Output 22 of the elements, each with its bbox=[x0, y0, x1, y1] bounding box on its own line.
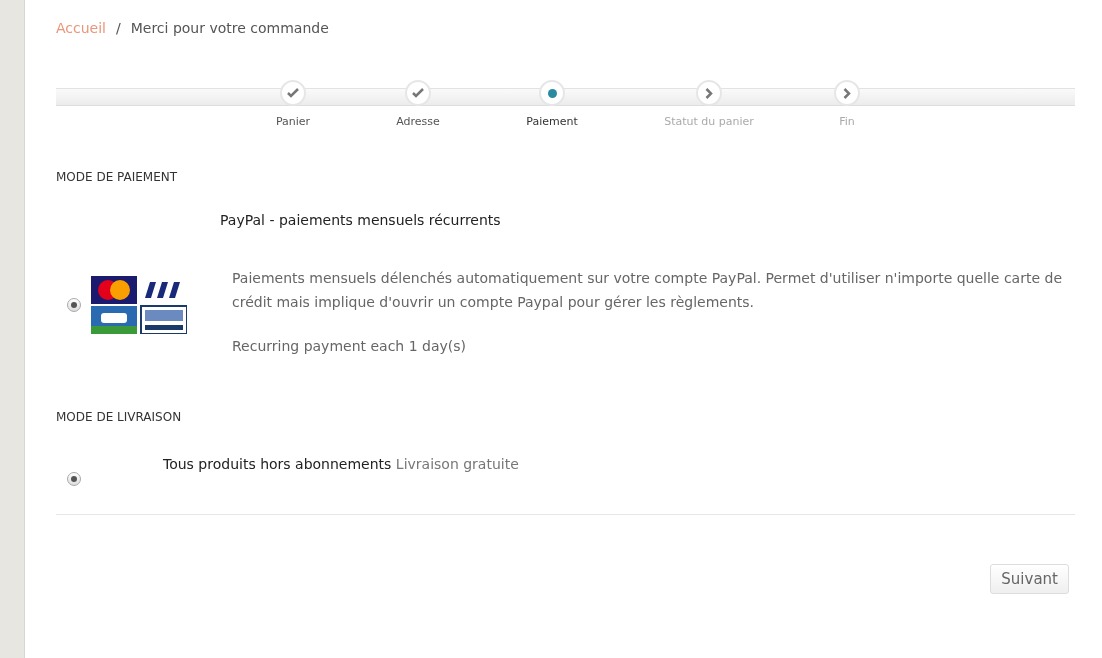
current-step-dot bbox=[547, 88, 557, 98]
breadcrumb-current: Merci pour votre commande bbox=[130, 20, 329, 36]
delivery-method-name: Tous produits hors abonnements bbox=[163, 456, 392, 472]
section-heading: MODE DE PAIEMENT bbox=[56, 170, 179, 184]
payment-method-title: PayPal - paiements mensuels récurrents bbox=[220, 212, 502, 228]
chevron-right-icon bbox=[705, 87, 713, 99]
step-label: Statut du panier bbox=[664, 115, 754, 128]
step-label: Adresse bbox=[396, 115, 440, 128]
next-button[interactable]: Suivant bbox=[990, 564, 1069, 594]
delivery-radio[interactable] bbox=[66, 472, 81, 486]
step-label: Paiement bbox=[526, 115, 578, 128]
chevron-right-icon bbox=[843, 87, 851, 99]
section-heading: MODE DE LIVRAISON bbox=[56, 410, 183, 424]
payment-description: Paiements mensuels délenchés automatiquement sur votre compte PayPal. Permet d'utiliser n'importe quelle carte de crédit mais implique d'ouvrir un compte Paypal pour gérer les règlements. bbox=[232, 269, 1062, 312]
step-label: Panier bbox=[275, 115, 311, 128]
payment-radio[interactable] bbox=[66, 298, 81, 312]
step-label: Fin bbox=[839, 115, 855, 128]
check-icon bbox=[287, 88, 299, 98]
check-icon bbox=[412, 88, 424, 98]
recurring-note: Recurring payment each 1 day(s) bbox=[232, 337, 467, 356]
delivery-price: Livraison gratuite bbox=[395, 456, 519, 472]
breadcrumb-separator: / bbox=[116, 20, 121, 36]
